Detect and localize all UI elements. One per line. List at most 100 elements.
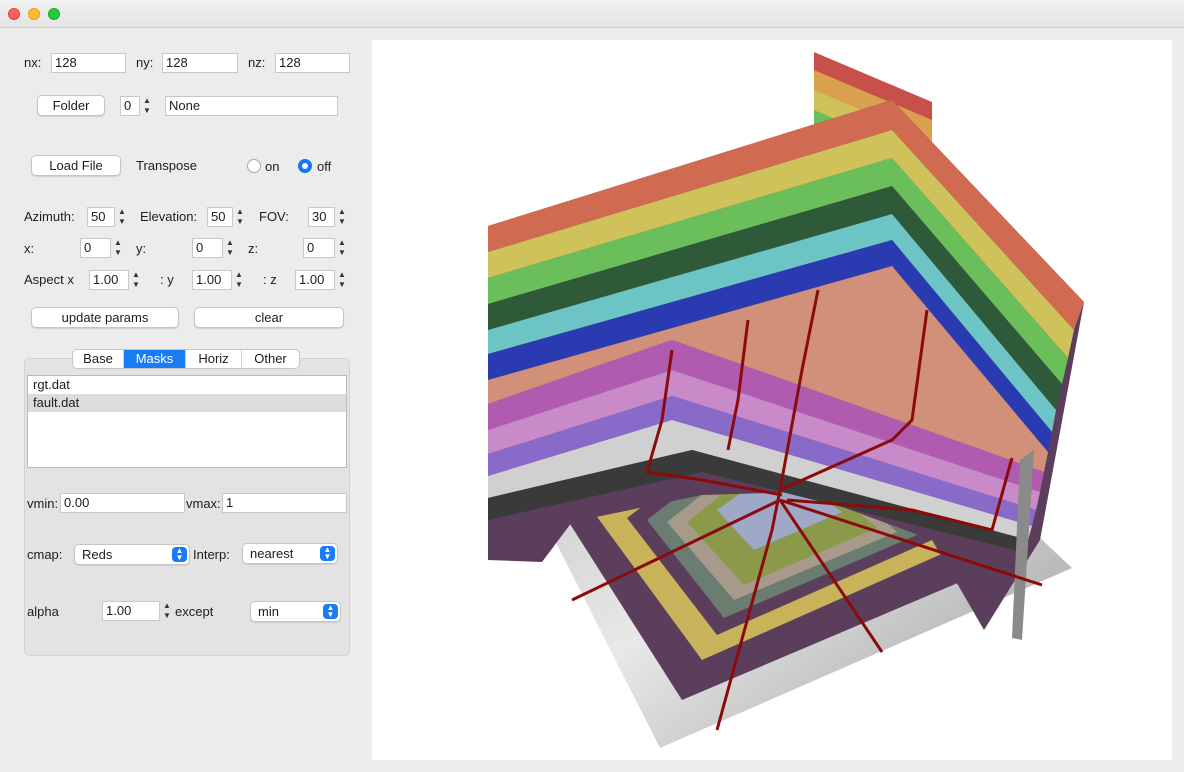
vmin-input[interactable]: 0.00 bbox=[60, 493, 185, 513]
chevron-up-icon[interactable]: ▲ bbox=[336, 238, 348, 248]
tab-base[interactable]: Base bbox=[73, 350, 124, 368]
chevron-up-icon[interactable]: ▲ bbox=[141, 96, 153, 106]
fov-stepper[interactable]: ▲ ▼ bbox=[336, 207, 348, 227]
load-file-button[interactable]: Load File bbox=[31, 155, 121, 176]
chevron-up-icon[interactable]: ▲ bbox=[161, 601, 173, 611]
vmax-label: vmax: bbox=[186, 496, 221, 511]
folder-path-field[interactable]: None bbox=[165, 96, 338, 116]
close-window-button[interactable] bbox=[8, 8, 20, 20]
chevron-down-icon: ▲ ▼ bbox=[172, 547, 187, 562]
clear-button[interactable]: clear bbox=[194, 307, 344, 328]
chevron-down-icon[interactable]: ▼ bbox=[224, 248, 236, 258]
chevron-down-icon[interactable]: ▼ bbox=[112, 248, 124, 258]
z-label: z: bbox=[248, 241, 259, 256]
folder-index-input[interactable]: 0 bbox=[120, 96, 140, 116]
interp-select[interactable]: nearest ▲ ▼ bbox=[242, 543, 338, 564]
cmap-label: cmap: bbox=[27, 547, 63, 562]
chevron-down-icon[interactable]: ▼ bbox=[336, 280, 348, 290]
transpose-on-radio[interactable] bbox=[247, 159, 261, 173]
nz-input[interactable]: 128 bbox=[275, 53, 350, 73]
z-stepper[interactable]: ▲ ▼ bbox=[336, 238, 348, 258]
chevron-up-icon[interactable]: ▲ bbox=[112, 238, 124, 248]
nz-label: nz: bbox=[248, 55, 266, 70]
except-value: min bbox=[258, 604, 279, 619]
transpose-off-label: off bbox=[317, 159, 332, 174]
aspect-y-input[interactable]: 1.00 bbox=[192, 270, 232, 290]
chevron-up-icon[interactable]: ▲ bbox=[233, 270, 245, 280]
azimuth-input[interactable]: 50 bbox=[87, 207, 115, 227]
chevron-down-icon[interactable]: ▼ bbox=[161, 611, 173, 621]
minimize-window-button[interactable] bbox=[28, 8, 40, 20]
aspect-z-input[interactable]: 1.00 bbox=[295, 270, 335, 290]
alpha-input[interactable]: 1.00 bbox=[102, 601, 160, 621]
nx-input[interactable]: 128 bbox=[51, 53, 126, 73]
title-bar bbox=[0, 0, 1184, 28]
azimuth-label: Azimuth: bbox=[24, 209, 75, 224]
chevron-up-icon[interactable]: ▲ bbox=[130, 270, 142, 280]
tab-horiz[interactable]: Horiz bbox=[186, 350, 242, 368]
chevron-down-icon[interactable]: ▼ bbox=[141, 106, 153, 116]
chevron-down-icon[interactable]: ▼ bbox=[233, 280, 245, 290]
interp-label: Interp: bbox=[193, 547, 230, 562]
mask-file-list[interactable]: rgt.dat fault.dat bbox=[27, 375, 347, 468]
elevation-stepper[interactable]: ▲ ▼ bbox=[234, 207, 246, 227]
except-label: except bbox=[175, 604, 214, 619]
tab-bar: Base Masks Horiz Other bbox=[72, 349, 300, 369]
except-select[interactable]: min ▲ ▼ bbox=[250, 601, 341, 622]
elevation-input[interactable]: 50 bbox=[207, 207, 233, 227]
aspect-y-label: : y bbox=[160, 272, 174, 287]
folder-index-stepper[interactable]: ▲ ▼ bbox=[141, 96, 153, 116]
chevron-up-icon[interactable]: ▲ bbox=[234, 207, 246, 217]
app-window: nx: 128 ny: 128 nz: 128 Folder 0 ▲ ▼ None… bbox=[0, 0, 1184, 772]
nx-label: nx: bbox=[24, 55, 42, 70]
folder-button[interactable]: Folder bbox=[37, 95, 105, 116]
tab-masks[interactable]: Masks bbox=[124, 350, 186, 368]
ny-input[interactable]: 128 bbox=[162, 53, 238, 73]
chevron-up-icon[interactable]: ▲ bbox=[336, 207, 348, 217]
chevron-up-icon[interactable]: ▲ bbox=[116, 207, 128, 217]
x-label: x: bbox=[24, 241, 35, 256]
cmap-value: Reds bbox=[82, 547, 113, 562]
elevation-label: Elevation: bbox=[140, 209, 198, 224]
fov-label: FOV: bbox=[259, 209, 289, 224]
chevron-up-icon[interactable]: ▲ bbox=[224, 238, 236, 248]
transpose-off-radio[interactable] bbox=[298, 159, 312, 173]
chevron-down-icon[interactable]: ▼ bbox=[116, 217, 128, 227]
chevron-up-icon[interactable]: ▲ bbox=[336, 270, 348, 280]
fov-input[interactable]: 30 bbox=[308, 207, 335, 227]
3d-viewport[interactable] bbox=[372, 40, 1172, 760]
y-input[interactable]: 0 bbox=[192, 238, 223, 258]
volume-render bbox=[488, 52, 1084, 748]
chevron-down-icon[interactable]: ▼ bbox=[234, 217, 246, 227]
list-item[interactable]: fault.dat bbox=[28, 394, 346, 412]
maximize-window-button[interactable] bbox=[48, 8, 60, 20]
z-input[interactable]: 0 bbox=[303, 238, 335, 258]
azimuth-stepper[interactable]: ▲ ▼ bbox=[116, 207, 128, 227]
alpha-stepper[interactable]: ▲ ▼ bbox=[161, 601, 173, 621]
chevron-down-icon[interactable]: ▼ bbox=[336, 248, 348, 258]
x-stepper[interactable]: ▲ ▼ bbox=[112, 238, 124, 258]
y-label: y: bbox=[136, 241, 147, 256]
aspect-x-input[interactable]: 1.00 bbox=[89, 270, 129, 290]
chevron-down-icon: ▲ ▼ bbox=[320, 546, 335, 561]
transpose-on-label: on bbox=[265, 159, 280, 174]
tab-other[interactable]: Other bbox=[242, 350, 299, 368]
y-stepper[interactable]: ▲ ▼ bbox=[224, 238, 236, 258]
aspect-x-stepper[interactable]: ▲ ▼ bbox=[130, 270, 142, 290]
aspect-y-stepper[interactable]: ▲ ▼ bbox=[233, 270, 245, 290]
chevron-down-icon[interactable]: ▼ bbox=[336, 217, 348, 227]
aspect-z-label: : z bbox=[263, 272, 277, 287]
aspect-z-stepper[interactable]: ▲ ▼ bbox=[336, 270, 348, 290]
x-input[interactable]: 0 bbox=[80, 238, 111, 258]
chevron-down-icon[interactable]: ▼ bbox=[130, 280, 142, 290]
chevron-down-icon: ▲ ▼ bbox=[323, 604, 338, 619]
cmap-select[interactable]: Reds ▲ ▼ bbox=[74, 544, 190, 565]
vmax-input[interactable]: 1 bbox=[222, 493, 347, 513]
alpha-label: alpha bbox=[27, 604, 59, 619]
list-item[interactable]: rgt.dat bbox=[28, 376, 346, 394]
interp-value: nearest bbox=[250, 546, 294, 561]
update-params-button[interactable]: update params bbox=[31, 307, 179, 328]
transpose-label: Transpose bbox=[136, 158, 197, 173]
vmin-label: vmin: bbox=[27, 496, 59, 511]
ny-label: ny: bbox=[136, 55, 154, 70]
